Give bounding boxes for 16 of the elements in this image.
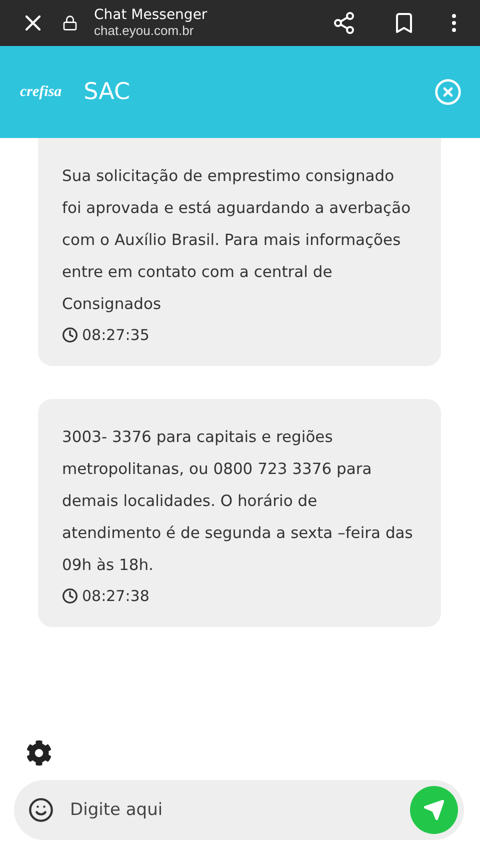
clock-icon	[62, 588, 78, 604]
message-time: 08:27:38	[82, 587, 150, 605]
message-text: Sua solicitação de emprestimo consignado foi aprovada e está aguardando a averbação com o Auxílio Brasil. Para mais informações entre em contato com a central de Consignados	[62, 166, 412, 315]
logo: crefisa	[20, 84, 62, 100]
lock-icon	[62, 15, 78, 31]
smile-icon[interactable]	[28, 797, 54, 823]
share-icon[interactable]	[332, 11, 356, 35]
chat-title: SAC	[84, 79, 132, 105]
page-title: Chat Messenger	[94, 7, 208, 23]
clock-icon	[62, 327, 78, 343]
settings-icon[interactable]	[26, 740, 52, 766]
message-input[interactable]: Digite aqui	[68, 799, 396, 821]
message-composer[interactable]: Digite aqui	[14, 780, 464, 840]
message-time: 08:27:35	[82, 326, 150, 344]
message-text: 3003- 3376 para capitais e regiões metropolitanas, ou 0800 723 3376 para demais localidades. O horário de atendimento é de segunda a sexta –feira das 09h às 18h.	[62, 427, 414, 576]
url-text: chat.eyou.com.br	[94, 23, 195, 39]
